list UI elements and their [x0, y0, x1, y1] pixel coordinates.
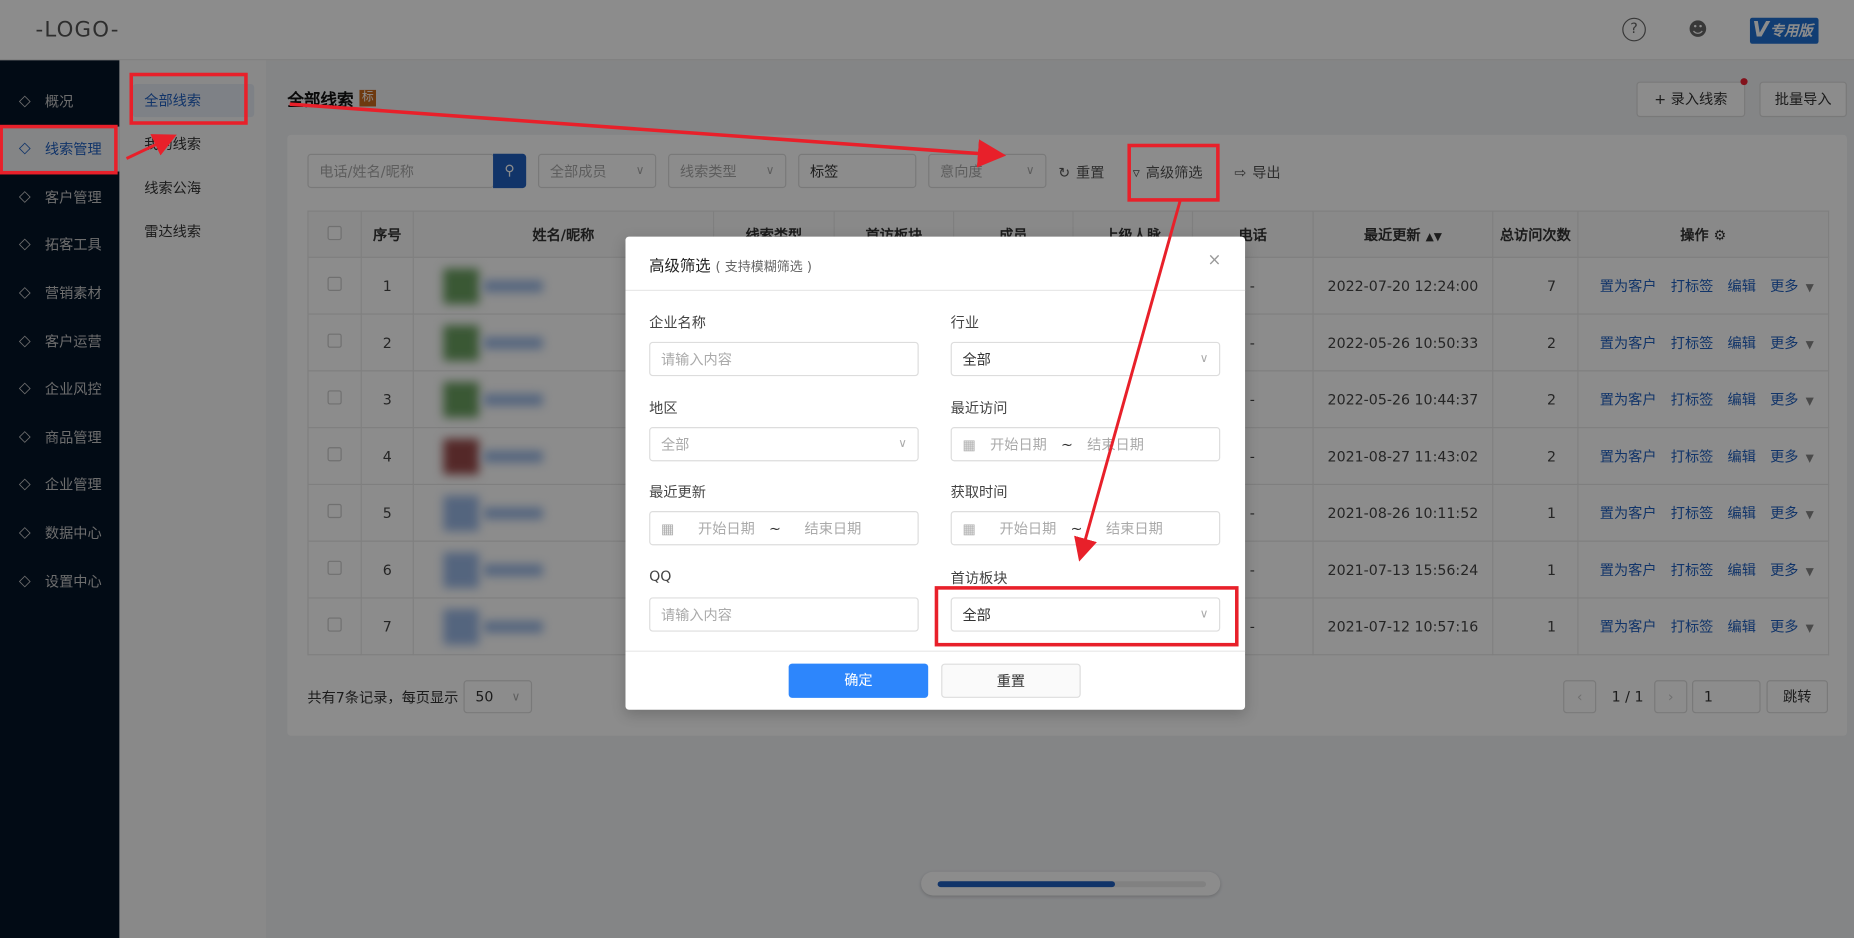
annotation-box-advanced [1127, 143, 1220, 202]
annotation-arrow [289, 102, 1007, 168]
app: -LOGO- ? ☻ V 专用版 ◇ 概况 ◇ 线索管理 ◇ 客户管理 ◇ 拓客工具 ◇ 营销素材 ◇… [0, 0, 1854, 938]
annotation-box-lead-menu [0, 124, 118, 175]
annotation-box-first-visit [934, 586, 1239, 647]
annotation-box-all-leads [129, 72, 248, 125]
annotation-arrow [125, 134, 177, 160]
annotation-layer [0, 72, 1239, 647]
annotation-arrow [1074, 200, 1182, 562]
